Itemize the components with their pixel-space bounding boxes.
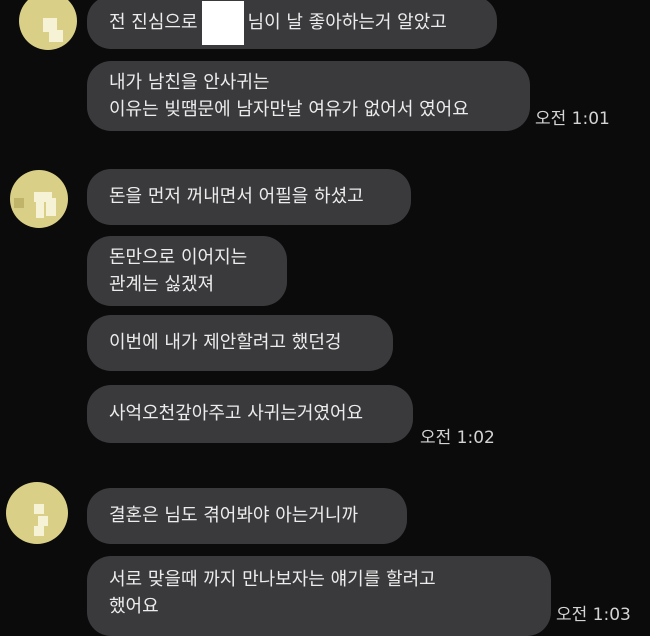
message-text: 전 진심으로 — [109, 12, 198, 33]
message-bubble[interactable]: 내가 남친을 안사귀는 이유는 빚땜문에 남자만날 여유가 없어서 였어요 — [87, 61, 530, 131]
avatar-pixel — [36, 200, 44, 218]
avatar-pixel — [46, 198, 56, 216]
message-text: 님이 날 좋아하는거 알았고 — [247, 12, 447, 33]
message-timestamp: 오전 1:03 — [556, 605, 631, 625]
message-bubble[interactable]: 서로 맞을때 까지 만나보자는 얘기를 할려고 했어요 — [87, 556, 551, 636]
message-text: 사억오천갚아주고 사귀는거였어요 — [109, 403, 364, 424]
message-line: 이유는 빚땜문에 남자만날 여유가 없어서 였어요 — [109, 99, 469, 120]
message-line: 관계는 싫겠져 — [109, 274, 215, 295]
message-bubble[interactable]: 돈만으로 이어지는 관계는 싫겠져 — [87, 236, 287, 306]
avatar[interactable] — [19, 0, 77, 50]
message-line: 했어요 — [109, 596, 159, 617]
message-timestamp: 오전 1:02 — [420, 428, 495, 448]
avatar[interactable] — [10, 170, 68, 228]
avatar-pixel — [14, 198, 24, 208]
avatar-pixel — [49, 30, 63, 42]
avatar-pixel — [34, 504, 44, 514]
message-bubble[interactable]: 사억오천갚아주고 사귀는거였어요 — [87, 385, 413, 443]
message-line: 내가 남친을 안사귀는 — [109, 72, 270, 93]
message-bubble[interactable]: 돈을 먼저 꺼내면서 어필을 하셨고 — [87, 169, 411, 225]
message-bubble[interactable]: 전 진심으로 님이 날 좋아하는거 알았고 — [87, 0, 497, 49]
message-text: 결혼은 님도 겪어봐야 아는거니까 — [109, 505, 359, 526]
message-text: 이번에 내가 제안할려고 했던겅 — [109, 332, 342, 353]
avatar[interactable] — [6, 482, 68, 544]
message-text: 돈을 먼저 꺼내면서 어필을 하셨고 — [109, 186, 364, 207]
message-bubble[interactable]: 이번에 내가 제안할려고 했던겅 — [87, 315, 393, 371]
avatar-pixel — [34, 526, 44, 536]
message-line: 돈만으로 이어지는 — [109, 247, 248, 268]
redaction-box — [201, 1, 244, 45]
avatar-pixel — [38, 516, 48, 526]
message-timestamp: 오전 1:01 — [535, 109, 610, 129]
message-line: 서로 맞을때 까지 만나보자는 얘기를 할려고 — [109, 569, 436, 590]
message-bubble[interactable]: 결혼은 님도 겪어봐야 아는거니까 — [87, 488, 407, 544]
